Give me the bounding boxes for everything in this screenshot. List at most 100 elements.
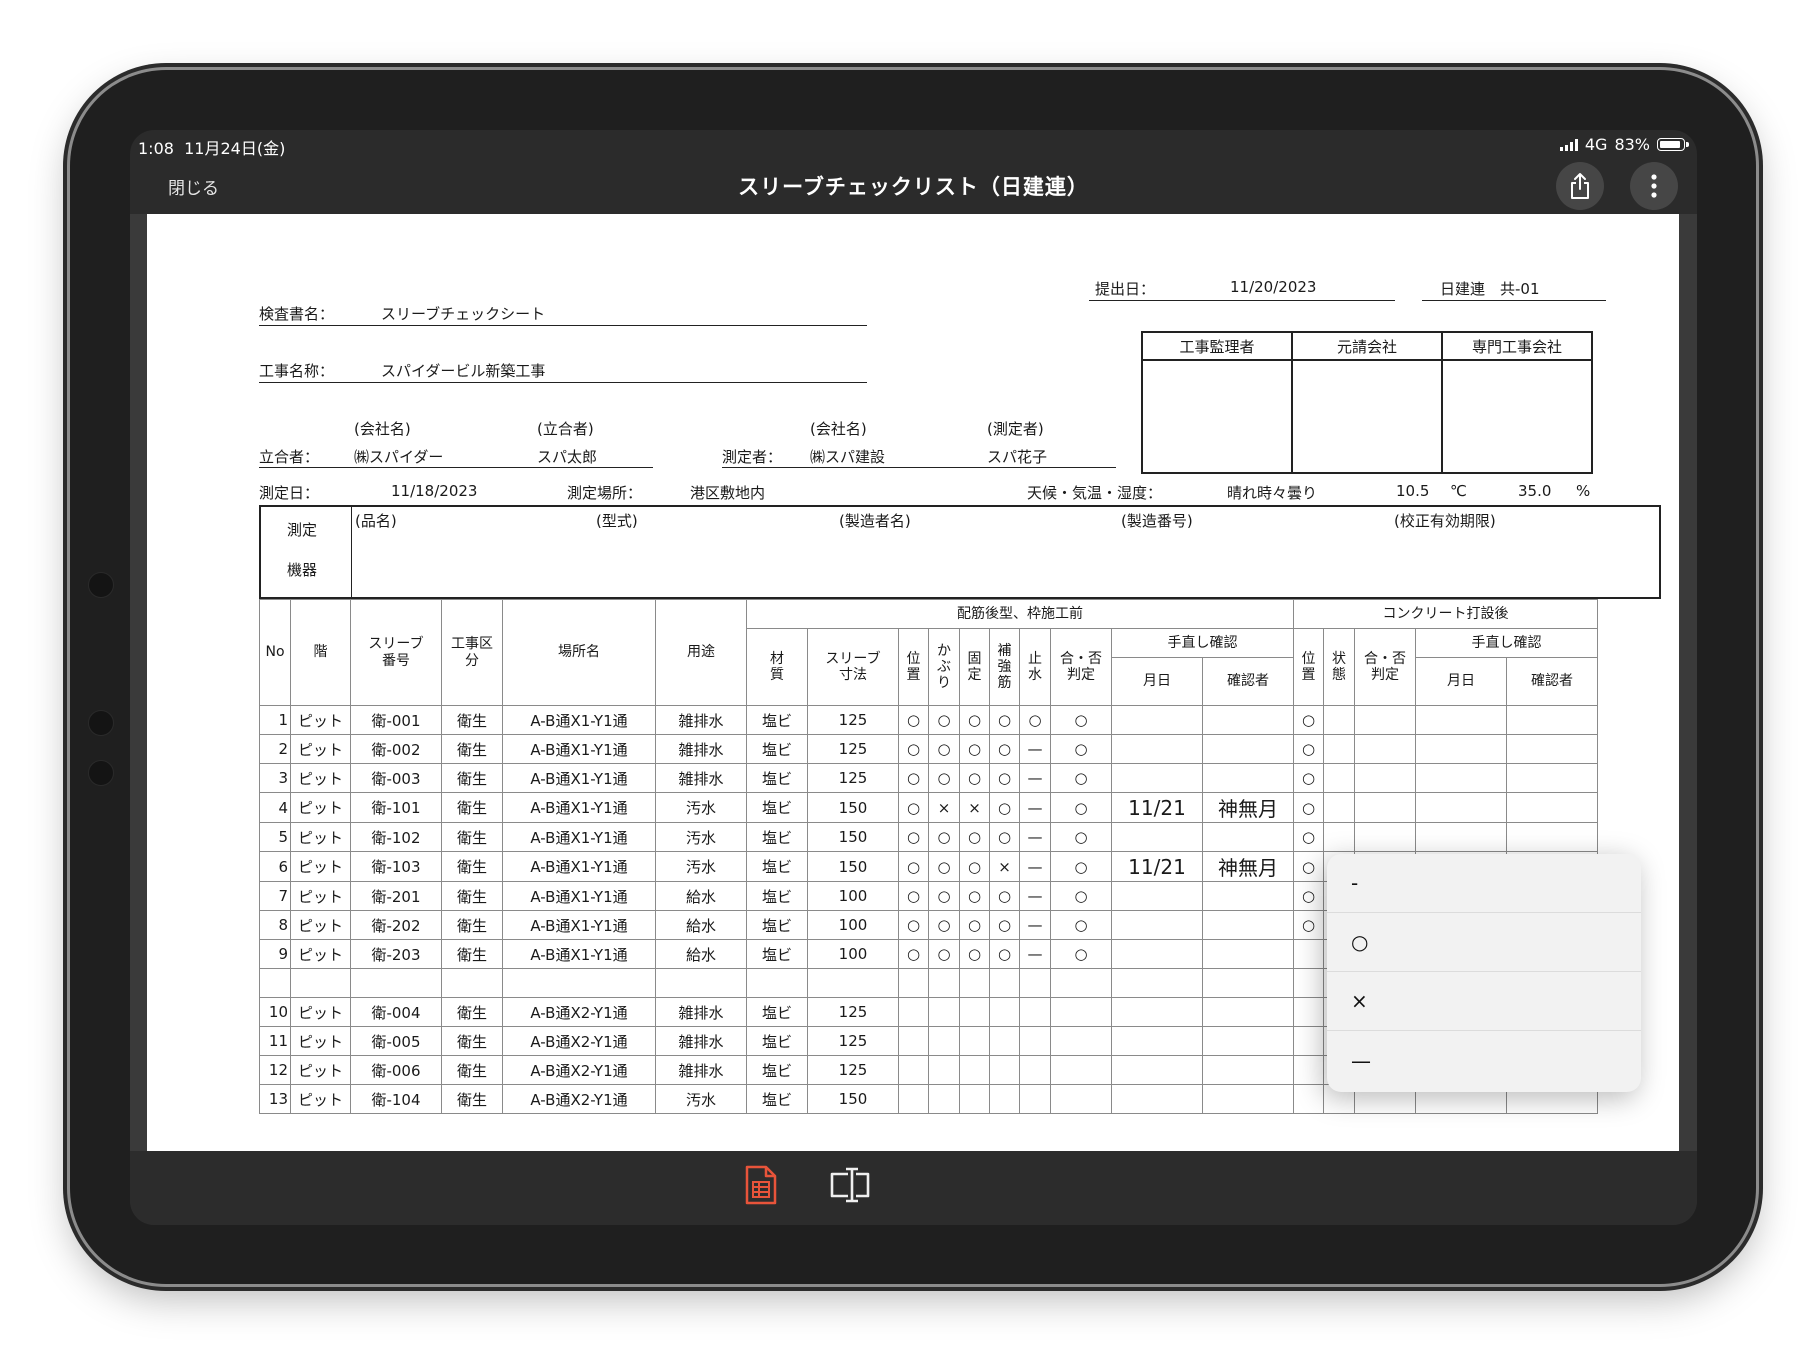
row-checker[interactable] — [1202, 1026, 1294, 1056]
row-waterstop[interactable] — [1019, 1055, 1051, 1085]
picker-option-none[interactable]: - — [1327, 854, 1641, 913]
row-judge[interactable]: ○ — [1050, 792, 1112, 823]
row-after-date[interactable] — [1415, 705, 1507, 735]
row-after-position[interactable]: ○ — [1293, 881, 1324, 911]
row-checker[interactable] — [1202, 939, 1294, 969]
row-fix[interactable]: ○ — [959, 881, 990, 911]
row-position[interactable] — [898, 997, 929, 1027]
row-fix[interactable]: ○ — [959, 939, 990, 969]
row-judge[interactable]: ○ — [1050, 734, 1112, 764]
row-checker[interactable] — [1202, 881, 1294, 911]
row-after-position[interactable] — [1293, 997, 1324, 1027]
row-judge[interactable]: ○ — [1050, 763, 1112, 793]
row-judge[interactable]: ○ — [1050, 822, 1112, 852]
row-fix-date[interactable] — [1111, 881, 1203, 911]
row-fix[interactable]: ○ — [959, 851, 990, 882]
row-fix-date[interactable] — [1111, 1055, 1203, 1085]
row-after-judge[interactable] — [1354, 822, 1416, 852]
row-waterstop[interactable]: ○ — [1019, 705, 1051, 735]
row-waterstop[interactable]: — — [1019, 792, 1051, 823]
row-position[interactable]: ○ — [898, 734, 929, 764]
row-fix-date[interactable] — [1111, 1084, 1203, 1114]
row-position[interactable] — [898, 1026, 929, 1056]
row-waterstop[interactable] — [1019, 1026, 1051, 1056]
row-after-state[interactable] — [1323, 734, 1355, 764]
more-button[interactable] — [1630, 162, 1678, 210]
row-after-checker[interactable] — [1506, 705, 1598, 735]
row-cover[interactable]: ○ — [928, 705, 960, 735]
row-checker[interactable] — [1202, 968, 1294, 998]
row-rebar[interactable]: ○ — [989, 910, 1020, 940]
row-after-checker[interactable] — [1506, 734, 1598, 764]
row-checker[interactable] — [1202, 763, 1294, 793]
row-rebar[interactable]: ○ — [989, 763, 1020, 793]
row-fix-date[interactable] — [1111, 734, 1203, 764]
picker-option-dash[interactable]: — — [1327, 1031, 1641, 1090]
row-position[interactable]: ○ — [898, 822, 929, 852]
row-after-position[interactable]: ○ — [1293, 734, 1324, 764]
row-rebar[interactable]: ○ — [989, 939, 1020, 969]
row-fix[interactable]: ○ — [959, 705, 990, 735]
row-after-position[interactable]: ○ — [1293, 822, 1324, 852]
row-position[interactable]: ○ — [898, 763, 929, 793]
row-checker[interactable] — [1202, 997, 1294, 1027]
row-cover[interactable]: ○ — [928, 734, 960, 764]
row-after-date[interactable] — [1415, 763, 1507, 793]
row-after-position[interactable]: ○ — [1293, 792, 1324, 823]
row-after-judge[interactable] — [1354, 734, 1416, 764]
row-checker[interactable] — [1202, 910, 1294, 940]
row-fix[interactable]: ○ — [959, 822, 990, 852]
row-fix[interactable] — [959, 1026, 990, 1056]
row-after-checker[interactable] — [1506, 763, 1598, 793]
row-after-position[interactable] — [1293, 939, 1324, 969]
row-position[interactable] — [898, 1084, 929, 1114]
row-fix-date[interactable] — [1111, 763, 1203, 793]
row-cover[interactable] — [928, 997, 960, 1027]
row-position[interactable]: ○ — [898, 881, 929, 911]
row-after-date[interactable] — [1415, 792, 1507, 823]
row-after-checker[interactable] — [1506, 792, 1598, 823]
row-fix-date[interactable] — [1111, 910, 1203, 940]
row-rebar[interactable]: ○ — [989, 734, 1020, 764]
row-cover[interactable]: ○ — [928, 851, 960, 882]
row-cover[interactable]: ○ — [928, 822, 960, 852]
row-waterstop[interactable] — [1019, 968, 1051, 998]
picker-option-circle[interactable]: ○ — [1327, 913, 1641, 972]
row-checker[interactable] — [1202, 822, 1294, 852]
row-after-checker[interactable] — [1506, 822, 1598, 852]
row-rebar[interactable] — [989, 1055, 1020, 1085]
row-fix-date[interactable] — [1111, 1026, 1203, 1056]
row-waterstop[interactable]: — — [1019, 763, 1051, 793]
row-position[interactable] — [898, 1055, 929, 1085]
row-fix[interactable] — [959, 1084, 990, 1114]
row-after-state[interactable] — [1323, 705, 1355, 735]
share-button[interactable] — [1556, 162, 1604, 210]
row-cover[interactable]: ○ — [928, 881, 960, 911]
row-checker[interactable] — [1202, 705, 1294, 735]
row-judge[interactable] — [1050, 1026, 1112, 1056]
row-cover[interactable]: ○ — [928, 763, 960, 793]
row-after-date[interactable] — [1415, 734, 1507, 764]
row-judge[interactable]: ○ — [1050, 881, 1112, 911]
row-waterstop[interactable]: — — [1019, 881, 1051, 911]
row-checker[interactable] — [1202, 1084, 1294, 1114]
row-waterstop[interactable] — [1019, 1084, 1051, 1114]
row-after-state[interactable] — [1323, 792, 1355, 823]
row-after-position[interactable] — [1293, 1026, 1324, 1056]
row-after-state[interactable] — [1323, 822, 1355, 852]
approval-stamp-cell[interactable] — [1291, 359, 1443, 474]
row-cover[interactable]: ○ — [928, 939, 960, 969]
row-waterstop[interactable]: — — [1019, 939, 1051, 969]
row-checker[interactable]: 神無月 — [1202, 851, 1294, 882]
row-cover[interactable]: ○ — [928, 910, 960, 940]
row-rebar[interactable]: ○ — [989, 705, 1020, 735]
row-after-position[interactable] — [1293, 1055, 1324, 1085]
row-after-position[interactable] — [1293, 1084, 1324, 1114]
row-after-position[interactable]: ○ — [1293, 763, 1324, 793]
text-field-mode-button[interactable] — [828, 1165, 870, 1209]
row-waterstop[interactable]: — — [1019, 910, 1051, 940]
row-waterstop[interactable] — [1019, 997, 1051, 1027]
approval-stamp-cell[interactable] — [1441, 359, 1593, 474]
row-checker[interactable] — [1202, 734, 1294, 764]
row-waterstop[interactable]: — — [1019, 734, 1051, 764]
